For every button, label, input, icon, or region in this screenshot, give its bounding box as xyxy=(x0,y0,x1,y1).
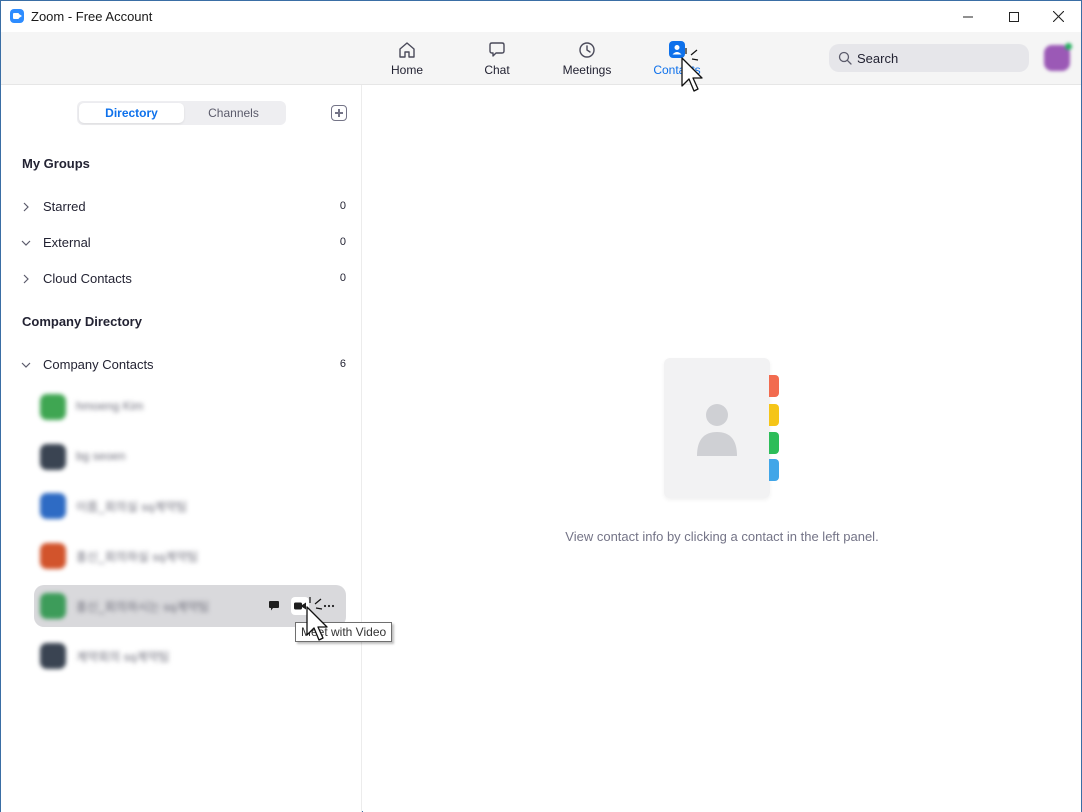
tab-home-label: Home xyxy=(390,63,423,77)
minimize-icon xyxy=(963,16,973,17)
company-directory-title: Company Directory xyxy=(22,314,142,329)
contact-name: hmoeng Kim xyxy=(76,399,144,413)
group-company-contacts[interactable]: Company Contacts 6 xyxy=(1,353,362,377)
contact-row[interactable]: hmoeng Kim xyxy=(34,386,346,428)
avatar xyxy=(40,593,66,619)
tab-channels[interactable]: Channels xyxy=(181,103,286,123)
group-label: Company Contacts xyxy=(43,357,154,372)
contact-name: 홍신_회의하시는 sq계약팀 xyxy=(76,600,210,614)
group-label: External xyxy=(43,235,91,250)
contact-row[interactable]: 홍신_회의하시는 sq계약팀 xyxy=(34,585,346,627)
group-external[interactable]: External 0 xyxy=(1,231,362,255)
book-tab-yellow xyxy=(769,404,779,426)
search-input[interactable] xyxy=(857,48,1017,68)
contact-row[interactable]: 홍신_회의하실 sq계약팀 xyxy=(34,535,346,577)
group-count: 6 xyxy=(339,358,346,370)
clock-icon xyxy=(579,42,595,58)
avatar xyxy=(40,444,66,470)
group-starred[interactable]: Starred 0 xyxy=(1,195,362,219)
chat-icon xyxy=(489,42,505,57)
chevron-down-icon xyxy=(21,362,31,368)
group-label: Starred xyxy=(43,199,86,214)
contacts-sidebar: Directory Channels My Groups Starred 0 E… xyxy=(1,85,362,812)
book-tab-red xyxy=(769,375,779,397)
search-box[interactable] xyxy=(829,44,1029,72)
click-indicator-icon xyxy=(309,597,323,610)
avatar xyxy=(40,394,66,420)
group-count: 0 xyxy=(339,200,346,212)
group-count: 0 xyxy=(339,272,346,284)
avatar xyxy=(40,643,66,669)
maximize-icon xyxy=(1009,11,1019,22)
profile-avatar[interactable] xyxy=(1044,43,1072,71)
contact-name: 홍신_회의하실 sq계약팀 xyxy=(76,550,199,564)
person-icon xyxy=(697,404,737,456)
contact-row[interactable]: 이름_회의실 sq계약팀 xyxy=(34,485,346,527)
chat-button[interactable] xyxy=(265,597,283,615)
close-icon xyxy=(1052,11,1064,22)
avatar xyxy=(40,543,66,569)
tab-chat-label: Chat xyxy=(484,63,510,77)
group-label: Cloud Contacts xyxy=(43,271,132,286)
zoom-logo-icon xyxy=(10,9,24,23)
tab-chat[interactable]: Chat xyxy=(462,40,532,77)
add-contact-button[interactable] xyxy=(331,105,347,121)
address-book-illustration xyxy=(664,358,770,498)
chevron-down-icon xyxy=(21,240,31,246)
book-tab-green xyxy=(769,432,779,454)
contact-row[interactable]: bg seoen xyxy=(34,436,346,478)
tab-meetings[interactable]: Meetings xyxy=(552,40,622,77)
contact-name: bg seoen xyxy=(76,449,126,463)
contact-detail-panel: View contact info by clicking a contact … xyxy=(363,85,1081,812)
group-count: 0 xyxy=(339,236,346,248)
my-groups-title: My Groups xyxy=(22,156,90,171)
group-cloud-contacts[interactable]: Cloud Contacts 0 xyxy=(1,267,362,291)
tab-directory[interactable]: Directory xyxy=(79,103,184,123)
book-tab-blue xyxy=(769,459,779,481)
tab-meetings-label: Meetings xyxy=(562,63,612,77)
search-icon xyxy=(838,51,852,65)
tab-home[interactable]: Home xyxy=(372,40,442,77)
close-button[interactable] xyxy=(1035,1,1081,32)
window-title: Zoom - Free Account xyxy=(31,9,153,24)
directory-channels-toggle: Directory Channels xyxy=(77,101,286,125)
click-indicator-icon xyxy=(685,48,699,61)
minimize-button[interactable] xyxy=(945,1,991,32)
zoom-window: Zoom - Free Account Home Chat Meetings C… xyxy=(0,0,1082,812)
title-bar: Zoom - Free Account xyxy=(1,1,1081,32)
chat-bubble-icon xyxy=(269,601,279,611)
chevron-right-icon xyxy=(23,202,29,212)
top-navigation: Home Chat Meetings Contacts xyxy=(1,32,1081,85)
chevron-right-icon xyxy=(23,274,29,284)
contact-name: 이름_회의실 sq계약팀 xyxy=(76,500,188,514)
home-icon xyxy=(399,42,415,58)
contact-name: 계약회의 sq계약팀 xyxy=(76,650,170,664)
avatar xyxy=(40,493,66,519)
maximize-button[interactable] xyxy=(991,1,1037,32)
empty-state-message: View contact info by clicking a contact … xyxy=(565,529,879,544)
